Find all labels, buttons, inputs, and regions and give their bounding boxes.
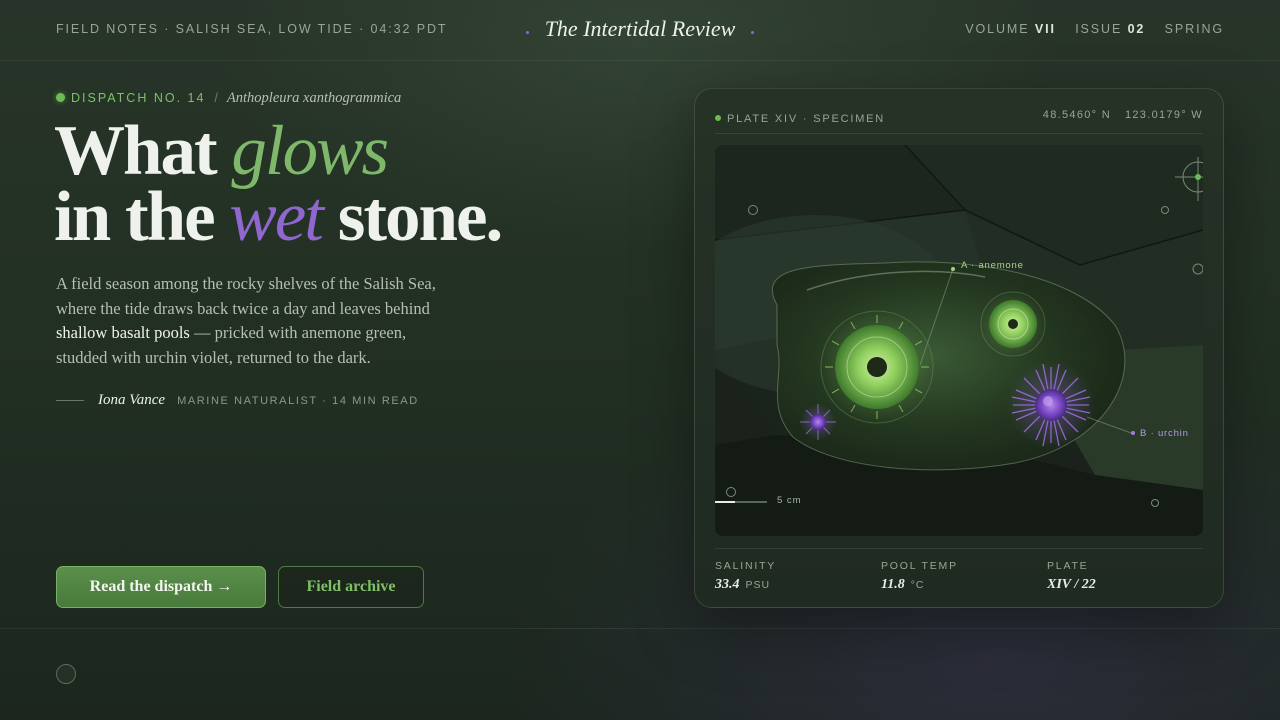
author-name[interactable]: Iona Vance (98, 392, 165, 408)
longitude: 123.0179° W (1124, 109, 1203, 121)
dispatch-separator: / (214, 91, 218, 105)
field-archive-button[interactable]: Field archive (278, 566, 424, 608)
read-dispatch-button[interactable]: Read the dispatch → (56, 566, 266, 608)
top-bar: FIELD NOTES · SALISH SEA, LOW TIDE · 04:… (0, 0, 1280, 61)
stat-pool-temp: POOL TEMP 11.8 °C (881, 560, 958, 593)
dispatch-label: DISPATCH NO. 14 (71, 91, 206, 105)
scale-label: 5 cm (777, 495, 802, 506)
volume-value: VII (1034, 22, 1056, 36)
stat-salinity: SALINITY 33.4 PSU (715, 560, 776, 593)
stat-unit: °C (910, 579, 925, 591)
lede-text-1: A field season among the rocky shelves o… (56, 274, 436, 318)
anemone-small-icon (980, 291, 1046, 357)
issue-label: ISSUE (1075, 22, 1123, 36)
stat-value: 33.4 (715, 577, 740, 592)
tidepool-svg: A · anemone B · urchin 5 cm (715, 145, 1203, 536)
byline-rule (56, 399, 84, 401)
plate-label: PLATE XIV · SPECIMEN (727, 113, 886, 125)
issue-value: 02 (1127, 22, 1146, 36)
issue-info: VOLUME VII ISSUE 02 SPRING (965, 22, 1224, 36)
species-name: Anthopleura xanthogrammica (226, 90, 402, 106)
plate-dot-icon (715, 115, 721, 121)
headline-word-in-the: in the (54, 178, 216, 256)
card-stats: SALINITY 33.4 PSU POOL TEMP 11.8 °C PLATE … (715, 548, 1203, 592)
headline-word-stone: stone. (337, 178, 504, 256)
stat-key: SALINITY (715, 560, 777, 572)
specimen-card: PLATE XIV · SPECIMEN 48.5460° N 123.0179°… (694, 88, 1224, 608)
stat-plate: PLATE XIV / 22 (1047, 560, 1096, 593)
headline-word-wet: wet (229, 178, 324, 256)
urchin-large-icon (1007, 361, 1095, 449)
dispatch-line: DISPATCH NO. 14 / Anthopleura xanthogrammi… (56, 90, 401, 107)
masthead-title[interactable]: The Intertidal Review (533, 16, 748, 41)
urchin-small-icon (800, 404, 836, 440)
masthead-dot-left-icon (525, 30, 529, 34)
coordinates: 48.5460° N 123.0179° W (1043, 109, 1203, 121)
anemone-large-icon (819, 309, 935, 425)
lede-highlight: shallow basalt pools (56, 323, 190, 343)
headline: What glows in the wet stone. (54, 116, 503, 253)
stat-value: 11.8 (881, 577, 905, 592)
masthead-dot-right-icon (751, 30, 755, 34)
bottom-divider (0, 628, 1280, 629)
stat-unit: PSU (745, 579, 771, 591)
volume-label: VOLUME (965, 22, 1030, 36)
bottom-circle-icon[interactable] (56, 664, 76, 684)
stat-value: XIV / 22 (1047, 577, 1096, 592)
label-anemone: A · anemone (961, 260, 1024, 271)
label-urchin: B · urchin (1140, 428, 1189, 439)
stat-key: POOL TEMP (881, 560, 958, 572)
author-meta: MARINE NATURALIST · 14 MIN READ (177, 395, 419, 407)
season-label: SPRING (1164, 22, 1224, 36)
lede-paragraph: A field season among the rocky shelves o… (56, 272, 456, 370)
specimen-illustration: A · anemone B · urchin 5 cm (715, 145, 1203, 536)
byline: Iona Vance MARINE NATURALIST · 14 MIN REA… (56, 391, 419, 409)
stat-key: PLATE (1047, 560, 1089, 572)
latitude: 48.5460° N (1042, 109, 1111, 121)
status-dot-icon (56, 93, 65, 102)
card-header: PLATE XIV · SPECIMEN 48.5460° N 123.0179°… (715, 109, 1203, 134)
